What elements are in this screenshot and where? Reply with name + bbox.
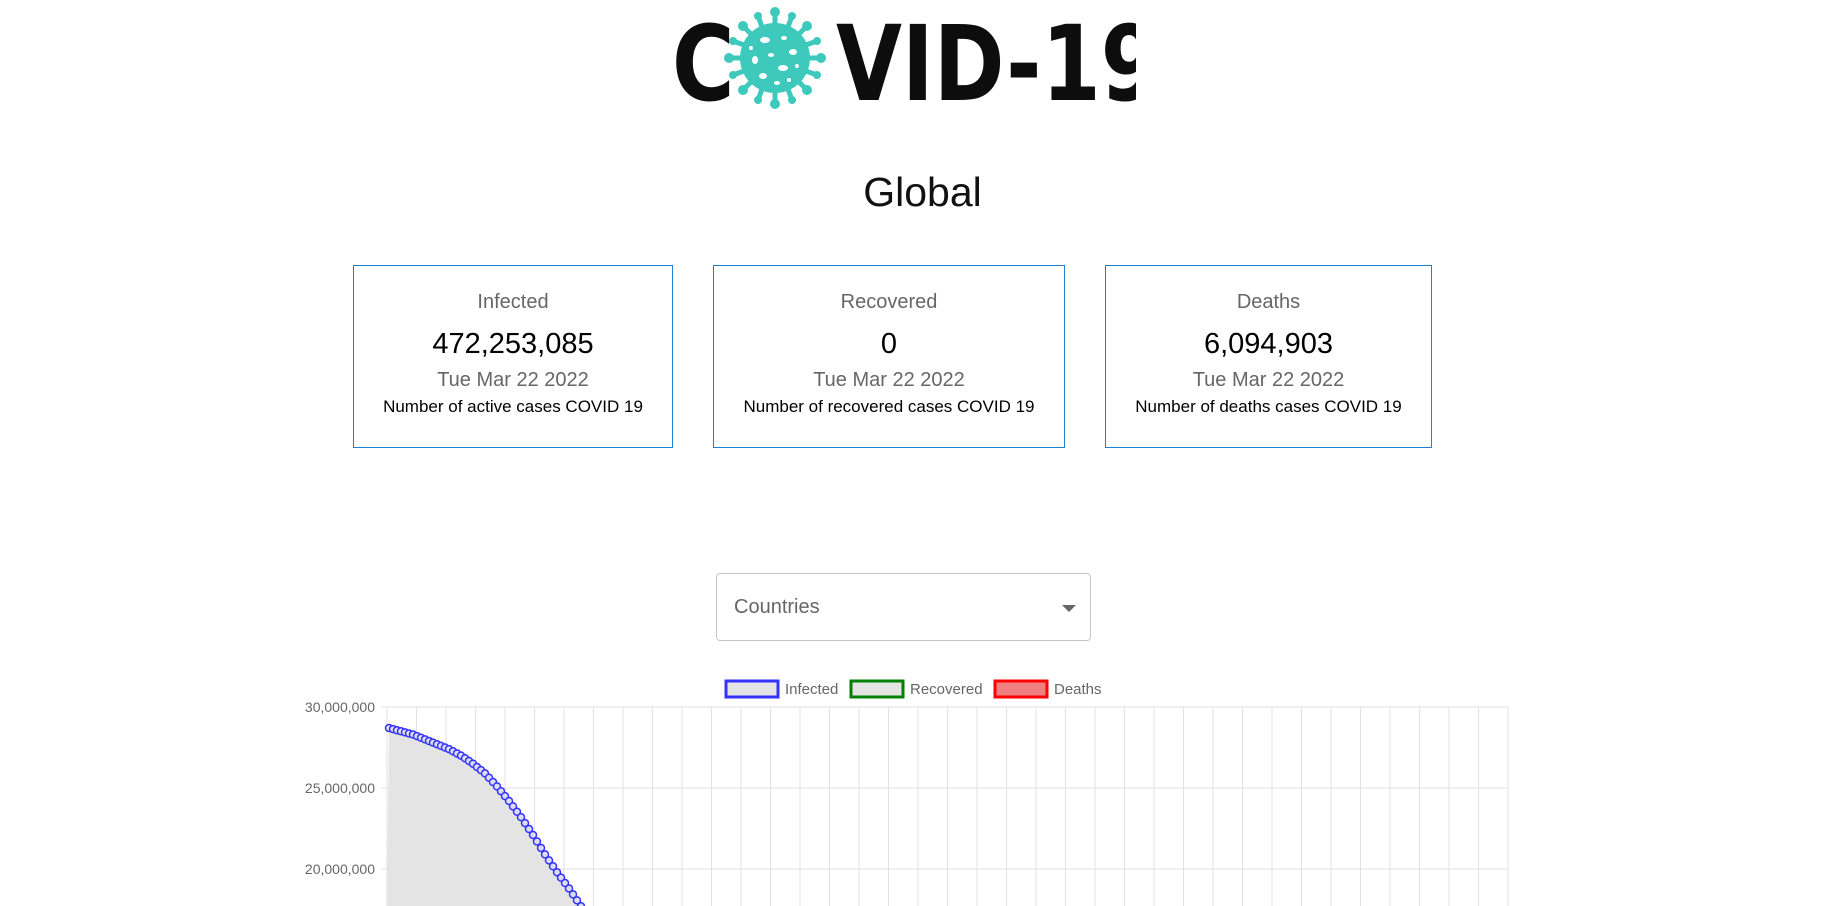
legend-swatch-recovered[interactable]	[849, 679, 905, 699]
y-tick-label: 25,000,000	[305, 780, 375, 796]
cases-line-chart: 30,000,000 25,000,000 20,000,000 Infected Re…	[305, 679, 1509, 906]
legend-label-deaths[interactable]: Deaths	[1054, 681, 1102, 698]
infected-point	[528, 830, 538, 840]
y-tick-label: 20,000,000	[305, 861, 375, 877]
infected-area	[387, 728, 581, 906]
legend-swatch-infected[interactable]	[724, 679, 780, 699]
legend-label-infected[interactable]: Infected	[785, 681, 838, 698]
infected-point	[536, 843, 546, 853]
page: C VID-19 Global Infected 472,253,085 Tue…	[0, 0, 1845, 906]
y-tick-label: 30,000,000	[305, 699, 375, 715]
infected-point	[532, 837, 542, 846]
legend-swatch-deaths[interactable]	[993, 679, 1049, 699]
legend-label-recovered[interactable]: Recovered	[910, 681, 983, 698]
